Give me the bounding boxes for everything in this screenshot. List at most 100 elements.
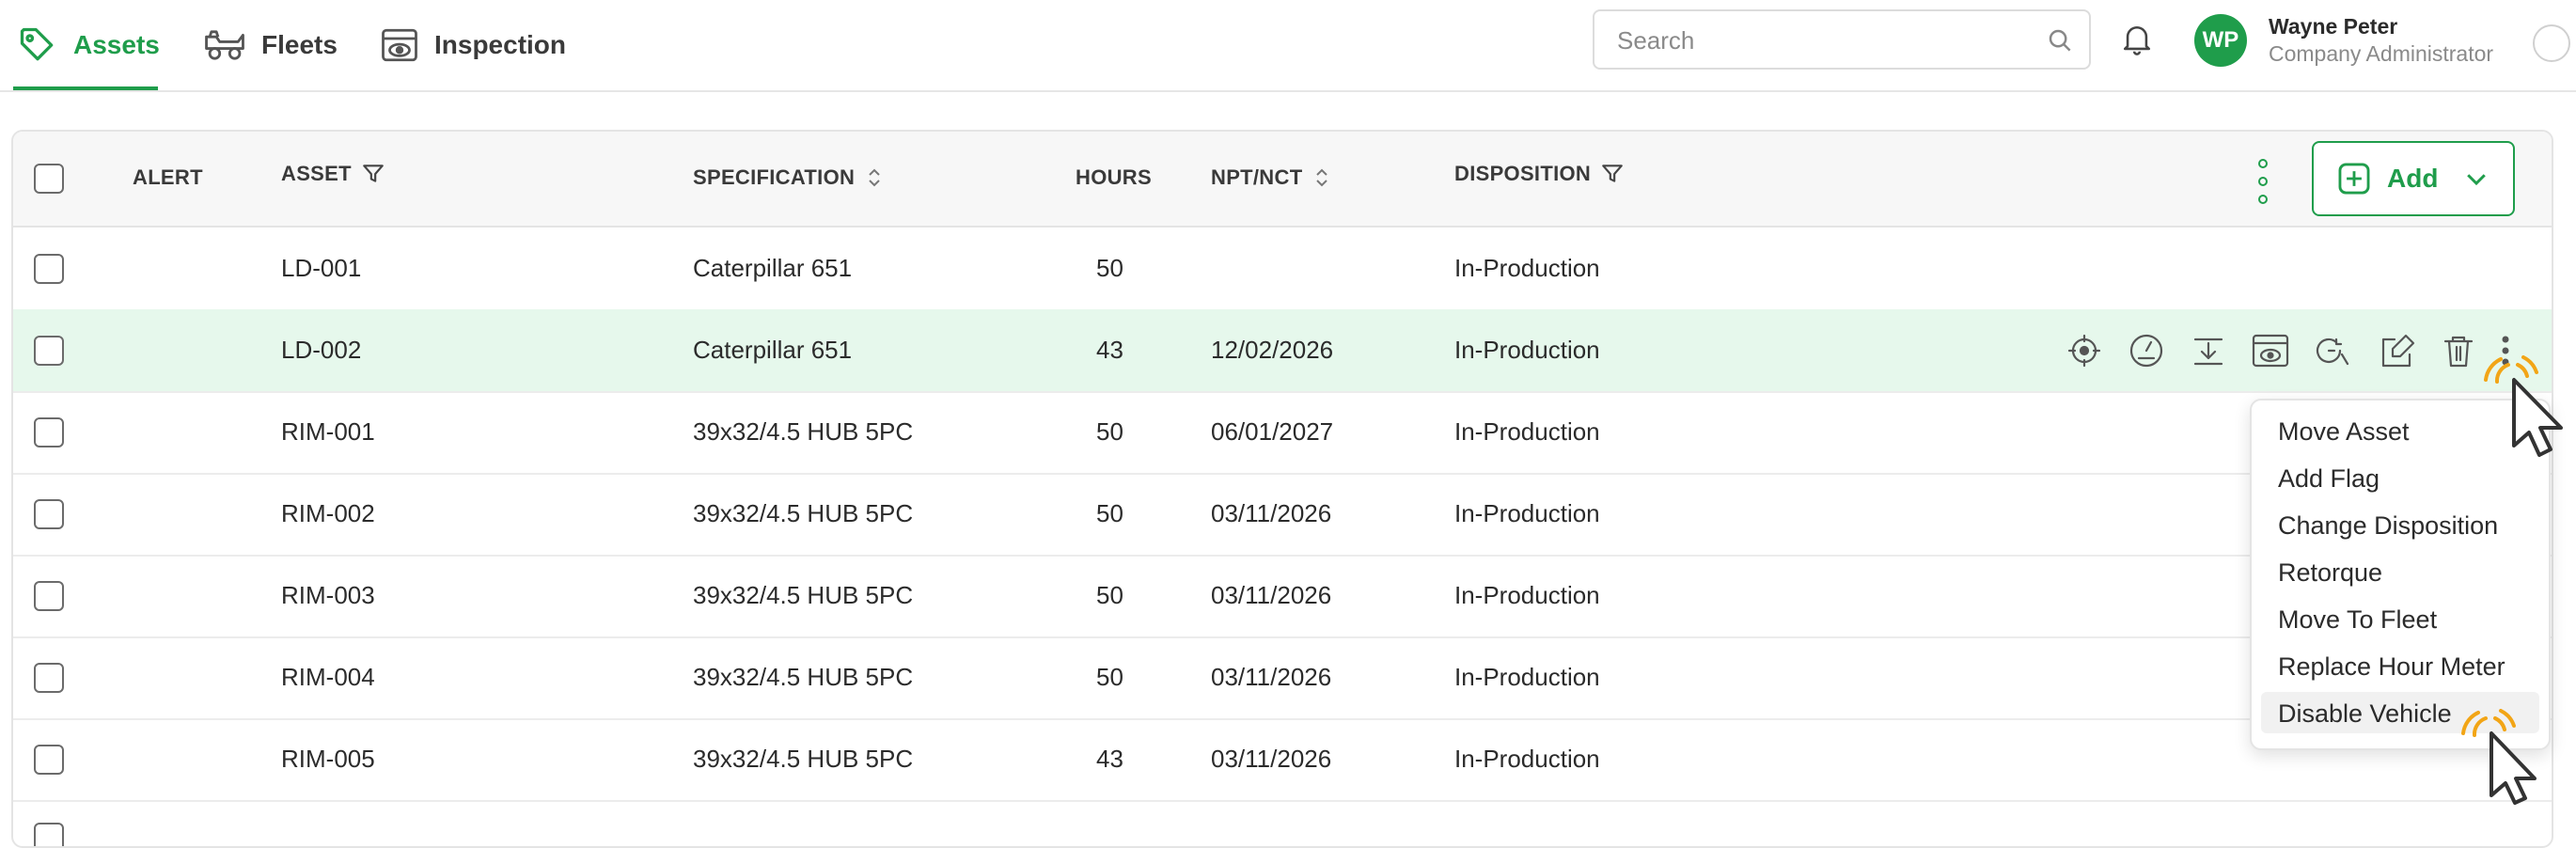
column-hours: HOURS — [1076, 165, 1152, 190]
search-box — [1593, 9, 2091, 70]
table-row[interactable]: RIM-001 39x32/4.5 HUB 5PC 50 06/01/2027 … — [13, 391, 2552, 475]
locate-icon[interactable] — [2067, 334, 2101, 368]
tab-label: Fleets — [261, 30, 338, 59]
hours-cell: 50 — [1096, 581, 1123, 609]
truck-icon — [205, 30, 244, 60]
row-checkbox[interactable] — [34, 336, 64, 366]
sort-icon[interactable] — [1312, 166, 1332, 189]
specification-cell: 39x32/4.5 HUB 5PC — [693, 499, 914, 527]
select-all-checkbox[interactable] — [34, 164, 64, 194]
gauge-icon[interactable] — [2129, 334, 2163, 368]
npt-cell: 12/02/2026 — [1211, 336, 1334, 364]
assets-table: ALERT ASSET SPECIFICATION HOURS NPT/NCT … — [11, 130, 2553, 848]
user-menu-chevron-icon[interactable] — [2533, 24, 2570, 62]
row-checkbox[interactable] — [34, 499, 64, 529]
specification-cell: 39x32/4.5 HUB 5PC — [693, 581, 914, 609]
disposition-cell: In-Production — [1454, 581, 1600, 609]
chevron-down-icon — [2467, 174, 2487, 186]
tab-inspection[interactable]: Inspection — [380, 0, 566, 90]
tab-fleets[interactable]: Fleets — [203, 0, 338, 90]
edit-icon[interactable] — [2381, 334, 2415, 368]
menu-item-label: Retorque — [2278, 558, 2383, 587]
click-cursor-icon — [2461, 709, 2537, 805]
menu-item-replace-hour-meter[interactable]: Replace Hour Meter — [2261, 645, 2539, 686]
menu-item-retorque[interactable]: Retorque — [2261, 551, 2539, 592]
row-checkbox[interactable] — [34, 663, 64, 693]
sort-icon[interactable] — [864, 166, 885, 189]
menu-item-move-to-fleet[interactable]: Move To Fleet — [2261, 598, 2539, 639]
column-disposition[interactable]: DISPOSITION — [1454, 162, 1625, 186]
inspection-icon[interactable] — [2252, 334, 2289, 368]
asset-cell[interactable]: LD-001 — [281, 254, 361, 283]
column-label: NPT/NCT — [1211, 165, 1303, 189]
row-checkbox[interactable] — [34, 254, 64, 284]
tag-icon — [20, 27, 54, 61]
row-checkbox[interactable] — [34, 745, 64, 775]
menu-item-label: Change Disposition — [2278, 511, 2499, 540]
table-row[interactable]: RIM-002 39x32/4.5 HUB 5PC 50 03/11/2026 … — [13, 473, 2552, 557]
tab-assets[interactable]: Assets — [17, 0, 160, 90]
hours-cell: 43 — [1096, 336, 1123, 364]
row-checkbox[interactable] — [34, 823, 64, 846]
top-navigation-bar: Assets Fleets Inspection WP Wayne Peter … — [0, 0, 2576, 92]
asset-cell[interactable]: RIM-002 — [281, 499, 375, 528]
trash-icon[interactable] — [2443, 336, 2474, 368]
specification-cell: Caterpillar 651 — [693, 254, 853, 282]
asset-cell[interactable]: RIM-005 — [281, 745, 375, 774]
specification-cell: 39x32/4.5 HUB 5PC — [693, 663, 914, 691]
search-icon[interactable] — [2046, 26, 2074, 55]
plus-square-icon — [2338, 163, 2370, 195]
table-row[interactable]: RIM-003 39x32/4.5 HUB 5PC 50 03/11/2026 … — [13, 555, 2552, 638]
disposition-cell: In-Production — [1454, 499, 1600, 527]
column-settings-icon[interactable] — [2256, 158, 2270, 205]
table-row[interactable]: RIM-004 39x32/4.5 HUB 5PC 50 03/11/2026 … — [13, 636, 2552, 720]
tab-label: Inspection — [434, 30, 567, 59]
search-input[interactable] — [1615, 11, 2033, 70]
npt-cell: 03/11/2026 — [1211, 499, 1332, 527]
asset-cell[interactable]: RIM-003 — [281, 581, 375, 610]
menu-item-label: Move To Fleet — [2278, 605, 2438, 634]
column-specification[interactable]: SPECIFICATION — [693, 165, 885, 190]
menu-item-label: Disable Vehicle — [2278, 699, 2452, 728]
avatar-initials: WP — [2202, 27, 2239, 53]
menu-item-label: Add Flag — [2278, 464, 2380, 493]
table-row-partial — [13, 800, 2552, 846]
click-cursor-icon — [2484, 355, 2563, 457]
download-tray-icon[interactable] — [2193, 338, 2223, 366]
menu-item-label: Move Asset — [2278, 417, 2410, 446]
table-row[interactable]: LD-001 Caterpillar 651 50 In-Production — [13, 228, 2552, 311]
column-npt-nct[interactable]: NPT/NCT — [1211, 165, 1332, 190]
hours-cell: 50 — [1096, 417, 1123, 446]
hour-meter-icon[interactable] — [2316, 338, 2349, 366]
row-checkbox[interactable] — [34, 417, 64, 448]
disposition-cell: In-Production — [1454, 663, 1600, 691]
asset-cell[interactable]: RIM-004 — [281, 663, 375, 692]
specification-cell: 39x32/4.5 HUB 5PC — [693, 745, 914, 773]
column-label: ALERT — [133, 165, 203, 189]
specification-cell: 39x32/4.5 HUB 5PC — [693, 417, 914, 446]
table-header: ALERT ASSET SPECIFICATION HOURS NPT/NCT … — [13, 132, 2552, 228]
hours-cell: 50 — [1096, 663, 1123, 691]
add-button[interactable]: Add — [2312, 141, 2515, 216]
table-row-highlighted[interactable]: LD-002 Caterpillar 651 43 12/02/2026 In-… — [13, 309, 2552, 393]
npt-cell: 03/11/2026 — [1211, 745, 1332, 773]
disposition-cell: In-Production — [1454, 417, 1600, 446]
disposition-cell: In-Production — [1454, 745, 1600, 773]
menu-item-change-disposition[interactable]: Change Disposition — [2261, 504, 2539, 545]
row-checkbox[interactable] — [34, 581, 64, 611]
disposition-cell: In-Production — [1454, 254, 1600, 282]
inspection-icon — [382, 28, 417, 62]
filter-icon[interactable] — [361, 162, 385, 186]
asset-cell[interactable]: RIM-001 — [281, 417, 375, 447]
hours-cell: 43 — [1096, 745, 1123, 773]
filter-icon[interactable] — [1600, 162, 1625, 186]
column-asset[interactable]: ASSET — [281, 162, 385, 186]
npt-cell: 03/11/2026 — [1211, 581, 1332, 609]
table-row[interactable]: RIM-005 39x32/4.5 HUB 5PC 43 03/11/2026 … — [13, 718, 2552, 802]
bell-icon[interactable] — [2121, 21, 2153, 58]
user-name: Wayne Peter — [2269, 14, 2398, 39]
avatar[interactable]: WP — [2194, 14, 2247, 67]
hours-cell: 50 — [1096, 499, 1123, 527]
column-label: HOURS — [1076, 165, 1152, 189]
asset-cell[interactable]: LD-002 — [281, 336, 361, 365]
